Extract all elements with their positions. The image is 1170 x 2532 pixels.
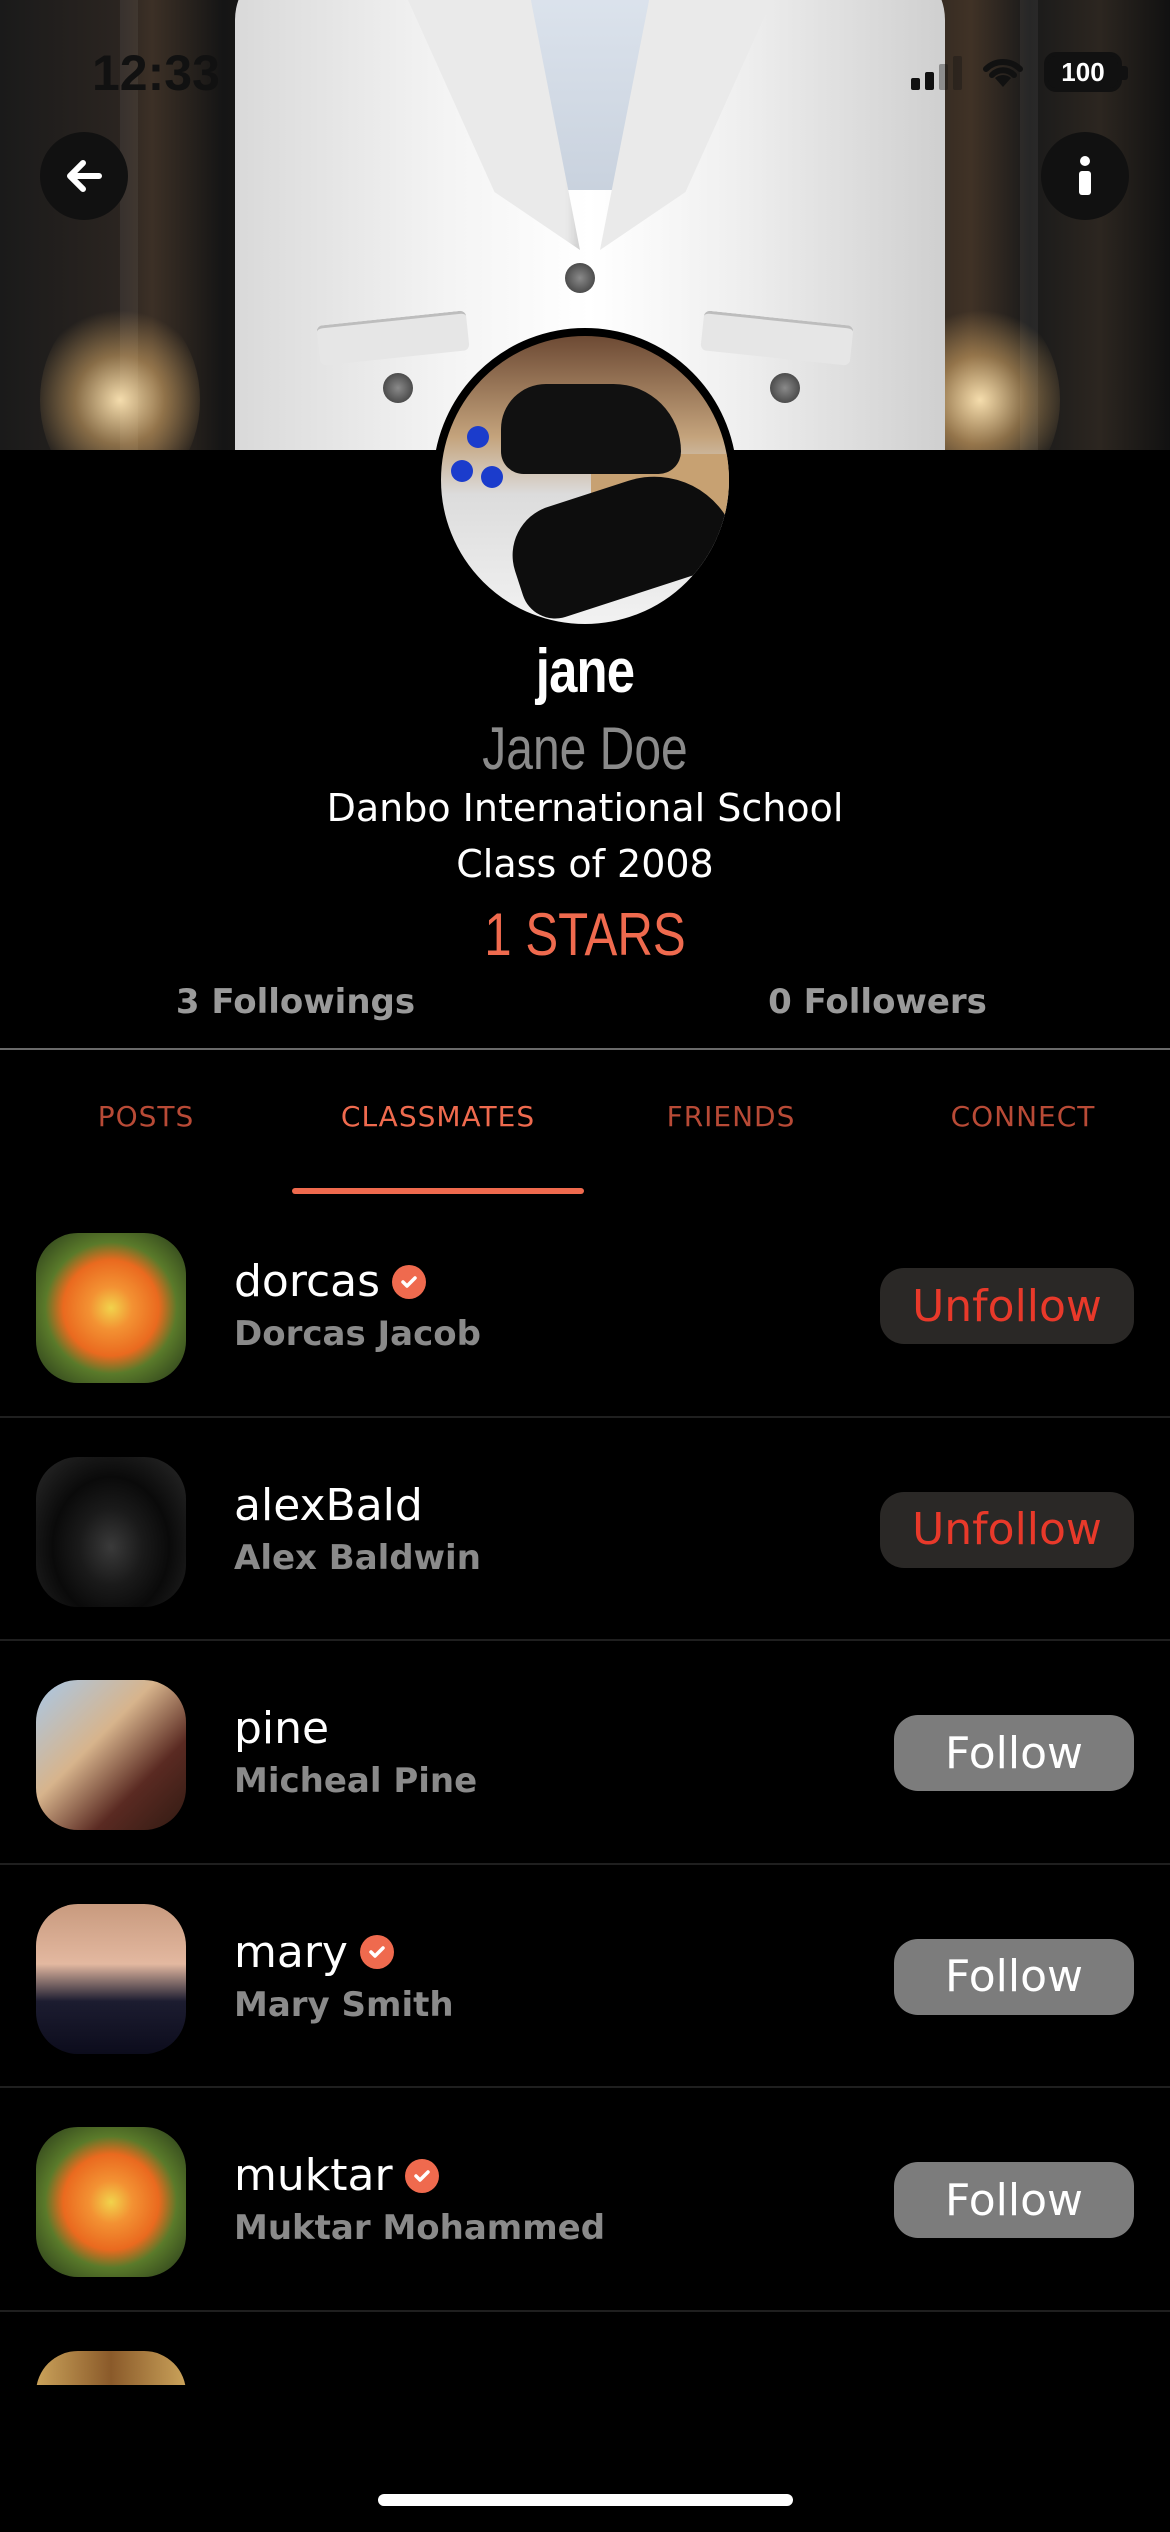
tab-friends[interactable]: FRIENDS bbox=[585, 1100, 877, 1133]
divider bbox=[0, 1048, 1170, 1050]
tab-classmates[interactable]: CLASSMATES bbox=[292, 1100, 584, 1133]
follow-counts: 3 Followings 0 Followers bbox=[0, 982, 1170, 1022]
battery-icon: 100 bbox=[1044, 52, 1128, 92]
unfollow-button[interactable]: Unfollow bbox=[880, 1491, 1134, 1568]
follow-button[interactable]: Follow bbox=[894, 1938, 1134, 2015]
full-name: Micheal Pine bbox=[234, 1761, 478, 1801]
list-item[interactable]: pine Micheal Pine Follow bbox=[0, 1641, 1170, 1865]
list-item[interactable]: dorcas Dorcas Jacob Unfollow bbox=[0, 1194, 1170, 1418]
followings-count[interactable]: 3 Followings bbox=[3, 982, 588, 1022]
profile-username: jane bbox=[535, 637, 635, 706]
verified-check-icon bbox=[404, 2158, 439, 2193]
username: pine bbox=[234, 1703, 329, 1754]
avatar bbox=[36, 2127, 186, 2277]
full-name: Muktar Mohammed bbox=[234, 2208, 606, 2248]
list-item[interactable]: mary Mary Smith Follow bbox=[0, 1865, 1170, 2088]
status-bar: 12:33 100 bbox=[0, 0, 1170, 150]
tab-posts[interactable]: POSTS bbox=[0, 1100, 292, 1133]
profile-full-name: Jane Doe bbox=[482, 715, 688, 782]
cellular-signal-icon bbox=[911, 54, 962, 90]
username-text: alexBald bbox=[234, 1479, 423, 1531]
profile-tabs: POSTS CLASSMATES FRIENDS CONNECT bbox=[0, 1100, 1170, 1160]
username-text: pine bbox=[234, 1703, 330, 1754]
follow-button[interactable]: Follow bbox=[894, 2162, 1134, 2238]
back-button[interactable] bbox=[40, 132, 128, 220]
classmates-list: dorcas Dorcas Jacob Unfollow alexBald Al… bbox=[0, 1194, 1170, 2532]
avatar bbox=[36, 1233, 186, 1383]
bottom-safe-area bbox=[0, 2385, 1170, 2532]
verified-check-icon bbox=[359, 1935, 394, 1969]
arrow-left-icon bbox=[67, 160, 102, 192]
username: mary bbox=[234, 1927, 394, 1978]
battery-level: 100 bbox=[1061, 56, 1105, 87]
full-name: Alex Baldwin bbox=[234, 1537, 481, 1578]
profile-class-year: Class of 2008 bbox=[456, 842, 714, 886]
username: muktar bbox=[234, 2150, 439, 2201]
avatar bbox=[36, 1680, 186, 1830]
avatar bbox=[36, 1903, 186, 2054]
username-text: muktar bbox=[234, 2150, 393, 2201]
home-indicator[interactable] bbox=[378, 2494, 793, 2506]
avatar bbox=[36, 1456, 186, 1607]
username: alexBald bbox=[234, 1480, 423, 1531]
profile-stars: 1 STARS bbox=[484, 901, 686, 968]
info-icon bbox=[1079, 156, 1091, 195]
wifi-icon bbox=[983, 58, 1023, 87]
username-text: dorcas bbox=[234, 1256, 381, 1307]
full-name: Dorcas Jacob bbox=[234, 1314, 481, 1354]
tab-connect[interactable]: CONNECT bbox=[877, 1100, 1169, 1133]
list-item[interactable]: alexBald Alex Baldwin Unfollow bbox=[0, 1418, 1170, 1641]
verified-check-icon bbox=[392, 1264, 427, 1299]
username-text: mary bbox=[234, 1926, 348, 1978]
unfollow-button[interactable]: Unfollow bbox=[880, 1268, 1134, 1344]
profile-avatar[interactable] bbox=[433, 328, 737, 632]
username: dorcas bbox=[234, 1256, 427, 1307]
status-time: 12:33 bbox=[92, 45, 220, 101]
followers-count[interactable]: 0 Followers bbox=[585, 982, 1170, 1022]
list-item[interactable]: muktar Muktar Mohammed Follow bbox=[0, 2088, 1170, 2312]
follow-button[interactable]: Follow bbox=[894, 1715, 1134, 1791]
info-button[interactable] bbox=[1041, 132, 1129, 220]
full-name: Mary Smith bbox=[234, 1984, 454, 2025]
profile-school: Danbo International School bbox=[326, 786, 844, 830]
